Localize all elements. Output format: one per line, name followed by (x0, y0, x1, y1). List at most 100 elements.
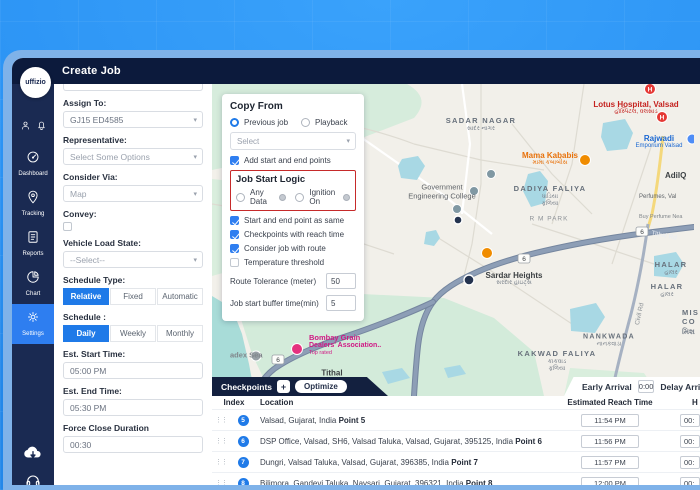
representative-select[interactable]: Select Some Options ▾ (63, 148, 203, 165)
location-cell: Bilimora, Gandevi Taluka, Navsari, Gujar… (260, 478, 493, 486)
ignition-on-radio[interactable] (295, 192, 305, 202)
drag-handle-icon[interactable]: ⋮⋮ (212, 416, 230, 424)
checkpoints-reach-time-checkbox[interactable] (230, 230, 239, 239)
table-row[interactable]: ⋮⋮ 6 DSP Office, Valsad, SH6, Valsad Tal… (212, 430, 700, 451)
schedule-segmented: Daily Weekly Monthly (63, 325, 203, 342)
uffizio-logo[interactable]: uffizio (20, 67, 51, 98)
convey-label: Convey: (63, 209, 97, 219)
schedule-daily[interactable]: Daily (63, 325, 109, 342)
cloud-download-icon[interactable] (23, 445, 43, 465)
location-cell: Valsad, Gujarat, India Point 5 (260, 415, 366, 425)
start-end-same-checkbox[interactable] (230, 216, 239, 225)
checkpoints-title: Checkpoints (221, 381, 273, 392)
chevron-down-icon: ▾ (193, 256, 197, 264)
assign-to-select[interactable]: GJ15 ED4585 ▾ (63, 111, 203, 128)
schedule-type-label: Schedule Type: (63, 275, 126, 285)
headset-icon[interactable] (25, 473, 41, 485)
assign-to-label: Assign To: (63, 98, 107, 108)
map-canvas[interactable]: 6 6 6 H H SADAR NAGAR સાદર નાગર Lotus Ho… (212, 84, 700, 485)
temperature-threshold-checkbox[interactable] (230, 258, 239, 267)
reach-time-input[interactable]: 12:00 PM (581, 476, 639, 485)
delay-arrival-label: Delay Arri (660, 381, 700, 392)
dashboard-icon (26, 150, 40, 169)
pie-chart-icon (26, 270, 40, 289)
reach-time-input[interactable]: 11:56 PM (581, 434, 639, 448)
vehicle-load-state-select[interactable]: --Select-- ▾ (63, 251, 203, 268)
reach-time-input[interactable]: 11:54 PM (581, 413, 639, 427)
drag-handle-icon[interactable]: ⋮⋮ (212, 437, 230, 445)
sidebar-item-tracking[interactable]: Tracking (12, 184, 54, 224)
tracking-icon (26, 190, 40, 209)
schedule-type-relative[interactable]: Relative (63, 288, 109, 305)
early-arrival-input[interactable]: 0:00 (637, 380, 655, 393)
force-close-duration-label: Force Close Duration (63, 423, 149, 433)
schedule-monthly[interactable]: Monthly (157, 325, 203, 342)
gear-icon (26, 310, 40, 329)
page-title: Create Job (62, 65, 121, 77)
sidebar-item-settings[interactable]: Settings (12, 304, 54, 344)
buffer-time-label: Job start buffer time(min) (230, 298, 319, 308)
table-row[interactable]: ⋮⋮ 8 Bilimora, Gandevi Taluka, Navsari, … (212, 472, 700, 485)
bell-icon[interactable] (36, 118, 47, 136)
svg-text:H: H (648, 87, 653, 94)
route-tolerance-input[interactable]: 50 (326, 273, 356, 289)
svg-text:6: 6 (640, 229, 644, 236)
create-job-form: Assign To: GJ15 ED4585 ▾ Representative: … (54, 84, 212, 485)
checkpoints-bar: Checkpoints + Optimize (212, 377, 388, 396)
sidebar-item-dashboard[interactable]: Dashboard (12, 144, 54, 184)
drag-handle-icon[interactable]: ⋮⋮ (212, 458, 230, 466)
index-badge: 6 (237, 435, 249, 447)
halt-input[interactable]: 00: (680, 476, 700, 485)
job-name-input[interactable] (63, 84, 203, 91)
user-icon[interactable] (20, 118, 31, 136)
svg-text:6: 6 (276, 357, 280, 364)
reach-time-input[interactable]: 11:57 PM (581, 455, 639, 469)
add-start-end-checkbox[interactable] (230, 156, 239, 165)
sidebar-item-reports[interactable]: Reports (12, 224, 54, 264)
add-checkpoint-button[interactable]: + (277, 380, 291, 393)
consider-job-route-checkbox[interactable] (230, 244, 239, 253)
any-data-indicator-icon (279, 193, 287, 201)
reports-icon (26, 230, 40, 249)
optimize-button[interactable]: Optimize (295, 380, 347, 393)
est-start-time-input[interactable]: 05:00 PM (63, 362, 203, 379)
index-header: Index (223, 398, 245, 407)
ignition-on-indicator-icon (343, 193, 350, 201)
titlebar: Create Job (12, 58, 700, 84)
buffer-time-input[interactable]: 5 (326, 295, 356, 311)
est-end-time-input[interactable]: 05:30 PM (63, 399, 203, 416)
early-arrival-label: Early Arrival (582, 381, 632, 392)
store-marker-icon (291, 343, 303, 355)
schedule-type-segmented: Relative Fixed Automatic (63, 288, 203, 305)
playback-radio[interactable] (301, 118, 311, 127)
halt-input[interactable]: 00: (680, 413, 700, 427)
shopping-marker-icon (686, 133, 694, 145)
schedule-weekly[interactable]: Weekly (110, 325, 156, 342)
previous-job-radio[interactable] (230, 118, 239, 127)
schedule-type-automatic[interactable]: Automatic (157, 288, 203, 305)
index-badge: 8 (237, 477, 249, 485)
chevron-down-icon: ▾ (193, 190, 197, 198)
svg-text:H: H (660, 115, 665, 122)
sidebar: Dashboard Tracking Reports Chart Setting… (12, 84, 54, 485)
convey-checkbox[interactable] (63, 222, 72, 231)
checkpoints-table: Index Location Estimated Reach Time H ⋮⋮… (212, 396, 700, 485)
drag-handle-icon[interactable]: ⋮⋮ (212, 479, 230, 485)
location-cell: Dungri, Valsad Taluka, Valsad, Gujarat, … (260, 457, 478, 467)
halt-input[interactable]: 00: (680, 455, 700, 469)
force-close-duration-input[interactable]: 00:30 (63, 436, 203, 453)
any-data-radio[interactable] (236, 192, 245, 202)
svg-text:6: 6 (522, 256, 526, 263)
consider-via-select[interactable]: Map ▾ (63, 185, 203, 202)
table-header: Index Location Estimated Reach Time H (212, 396, 700, 409)
copy-from-select[interactable]: Select ▾ (230, 132, 356, 150)
est-start-time-label: Est. Start Time: (63, 349, 126, 359)
table-row[interactable]: ⋮⋮ 5 Valsad, Gujarat, India Point 5 11:5… (212, 409, 700, 430)
chevron-down-icon: ▾ (346, 138, 350, 145)
table-row[interactable]: ⋮⋮ 7 Dungri, Valsad Taluka, Valsad, Guja… (212, 451, 700, 472)
halt-header: H (692, 398, 698, 407)
sidebar-item-chart[interactable]: Chart (12, 264, 54, 304)
logo-text: uffizio (25, 79, 46, 86)
schedule-type-fixed[interactable]: Fixed (110, 288, 156, 305)
halt-input[interactable]: 00: (680, 434, 700, 448)
